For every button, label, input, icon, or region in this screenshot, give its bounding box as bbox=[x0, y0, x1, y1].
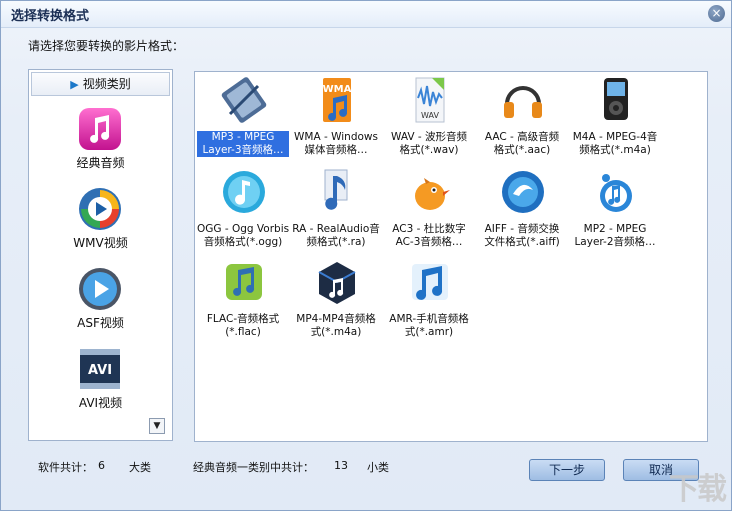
format-item-wma[interactable]: WMA WMA - Windows 媒体音频格… bbox=[290, 76, 382, 166]
ipod-icon bbox=[604, 78, 628, 120]
format-label: MP2 - MPEG Layer-2音频格… bbox=[574, 223, 656, 248]
svg-text:WMA: WMA bbox=[323, 84, 352, 95]
format-item-ogg[interactable]: OGG - Ogg Vorbis 音频格式(*.ogg) bbox=[197, 168, 289, 258]
format-label: AAC - 高级音频 格式(*.aac) bbox=[484, 131, 560, 156]
format-label: AC3 - 杜比数字 AC-3音频格… bbox=[392, 223, 466, 248]
category-unit: 大类 bbox=[129, 461, 151, 474]
category-item-classic-audio[interactable]: 经典音频 bbox=[29, 106, 172, 182]
format-label: AIFF - 音频交换 文件格式(*.aiff) bbox=[484, 223, 560, 248]
format-item-wav[interactable]: WAV WAV - 波形音频 格式(*.wav) bbox=[383, 76, 475, 166]
category-item-asf[interactable]: ASF视频 bbox=[29, 266, 172, 342]
subcategory-total-value: 13 bbox=[334, 459, 348, 472]
format-dialog: 选择转换格式 × 请选择您要转换的影片格式： ▶ 视频类别 经典音频 WMV视频… bbox=[0, 0, 732, 511]
format-item-amr[interactable]: AMR-手机音频格 式(*.amr) bbox=[383, 258, 475, 348]
mp4-icon bbox=[318, 262, 356, 304]
subcategory-total-label: 经典音频一类别中共计： bbox=[193, 461, 314, 474]
expand-triangle-icon: ▶ bbox=[70, 78, 79, 91]
format-label: AMR-手机音频格 式(*.amr) bbox=[389, 313, 469, 338]
bird-icon bbox=[415, 178, 450, 210]
headphones-icon bbox=[504, 86, 542, 118]
software-total-value: 6 bbox=[98, 459, 105, 472]
format-item-aac[interactable]: AAC - 高级音频 格式(*.aac) bbox=[476, 76, 568, 166]
svg-text:WAV: WAV bbox=[421, 111, 439, 120]
next-button[interactable]: 下一步 bbox=[529, 459, 605, 481]
format-item-m4a[interactable]: M4A - MPEG-4音 频格式(*.m4a) bbox=[569, 76, 661, 166]
format-item-aiff[interactable]: AIFF - 音频交换 文件格式(*.aiff) bbox=[476, 168, 568, 258]
scroll-down-button[interactable]: ▼ bbox=[149, 418, 165, 434]
format-label: WMA - Windows 媒体音频格… bbox=[294, 131, 378, 156]
wav-icon: WAV bbox=[415, 77, 445, 123]
ra-icon bbox=[324, 169, 348, 210]
svg-text:AVI: AVI bbox=[88, 363, 112, 378]
category-header-label: 视频类别 bbox=[82, 77, 131, 91]
format-label: WAV - 波形音频 格式(*.wav) bbox=[391, 131, 467, 156]
format-item-ra[interactable]: RA - RealAudio音 频格式(*.ra) bbox=[290, 168, 382, 258]
category-item-avi[interactable]: AVI AVI视频 bbox=[29, 346, 172, 422]
format-item-mp4[interactable]: MP4-MP4音频格 式(*.m4a) bbox=[290, 258, 382, 348]
instruction-text: 请选择您要转换的影片格式： bbox=[28, 39, 185, 53]
format-label: MP3 - MPEG Layer-3音频格… bbox=[197, 131, 289, 157]
dialog-title: 选择转换格式 bbox=[11, 9, 90, 24]
category-header[interactable]: ▶ 视频类别 bbox=[31, 72, 170, 96]
subcategory-unit: 小类 bbox=[367, 461, 389, 474]
watermark: 下载 bbox=[669, 472, 727, 507]
title-bar: 选择转换格式 × bbox=[1, 1, 731, 28]
category-label: WMV视频 bbox=[73, 236, 128, 250]
close-button[interactable]: × bbox=[708, 5, 725, 22]
category-label: AVI视频 bbox=[78, 396, 123, 410]
software-total-label: 软件共计： bbox=[38, 461, 93, 474]
format-item-flac[interactable]: FLAC-音频格式 (*.flac) bbox=[197, 258, 289, 348]
wma-icon: WMA bbox=[323, 78, 352, 122]
category-label: ASF视频 bbox=[77, 316, 124, 330]
format-label: M4A - MPEG-4音 频格式(*.m4a) bbox=[572, 131, 658, 156]
avi-film-icon: AVI bbox=[80, 349, 120, 389]
format-item-ac3[interactable]: AC3 - 杜比数字 AC-3音频格… bbox=[383, 168, 475, 258]
format-label: OGG - Ogg Vorbis 音频格式(*.ogg) bbox=[197, 223, 289, 248]
aiff-icon bbox=[502, 171, 544, 213]
format-label: FLAC-音频格式 (*.flac) bbox=[206, 313, 280, 338]
category-label: 经典音频 bbox=[76, 156, 125, 170]
mp3-icon bbox=[221, 77, 267, 123]
format-grid: MP3 - MPEG Layer-3音频格… WMA WMA - Windows 媒… bbox=[194, 71, 708, 442]
format-item-mp3[interactable]: MP3 - MPEG Layer-3音频格… bbox=[197, 76, 289, 166]
mp2-icon bbox=[600, 174, 632, 212]
category-item-wmv[interactable]: WMV视频 bbox=[29, 186, 172, 262]
flac-icon bbox=[226, 264, 262, 300]
music-note-icon bbox=[79, 108, 121, 150]
play-icon bbox=[79, 268, 121, 310]
amr-icon bbox=[412, 264, 448, 300]
ogg-icon bbox=[223, 171, 265, 213]
format-label: RA - RealAudio音 频格式(*.ra) bbox=[292, 223, 380, 248]
windows-media-icon bbox=[79, 188, 121, 230]
format-label: MP4-MP4音频格 式(*.m4a) bbox=[296, 313, 376, 338]
category-panel: ▶ 视频类别 经典音频 WMV视频 ASF视频 AVI AVI视频 ▼ bbox=[28, 69, 173, 441]
format-item-mp2[interactable]: MP2 - MPEG Layer-2音频格… bbox=[569, 168, 661, 258]
